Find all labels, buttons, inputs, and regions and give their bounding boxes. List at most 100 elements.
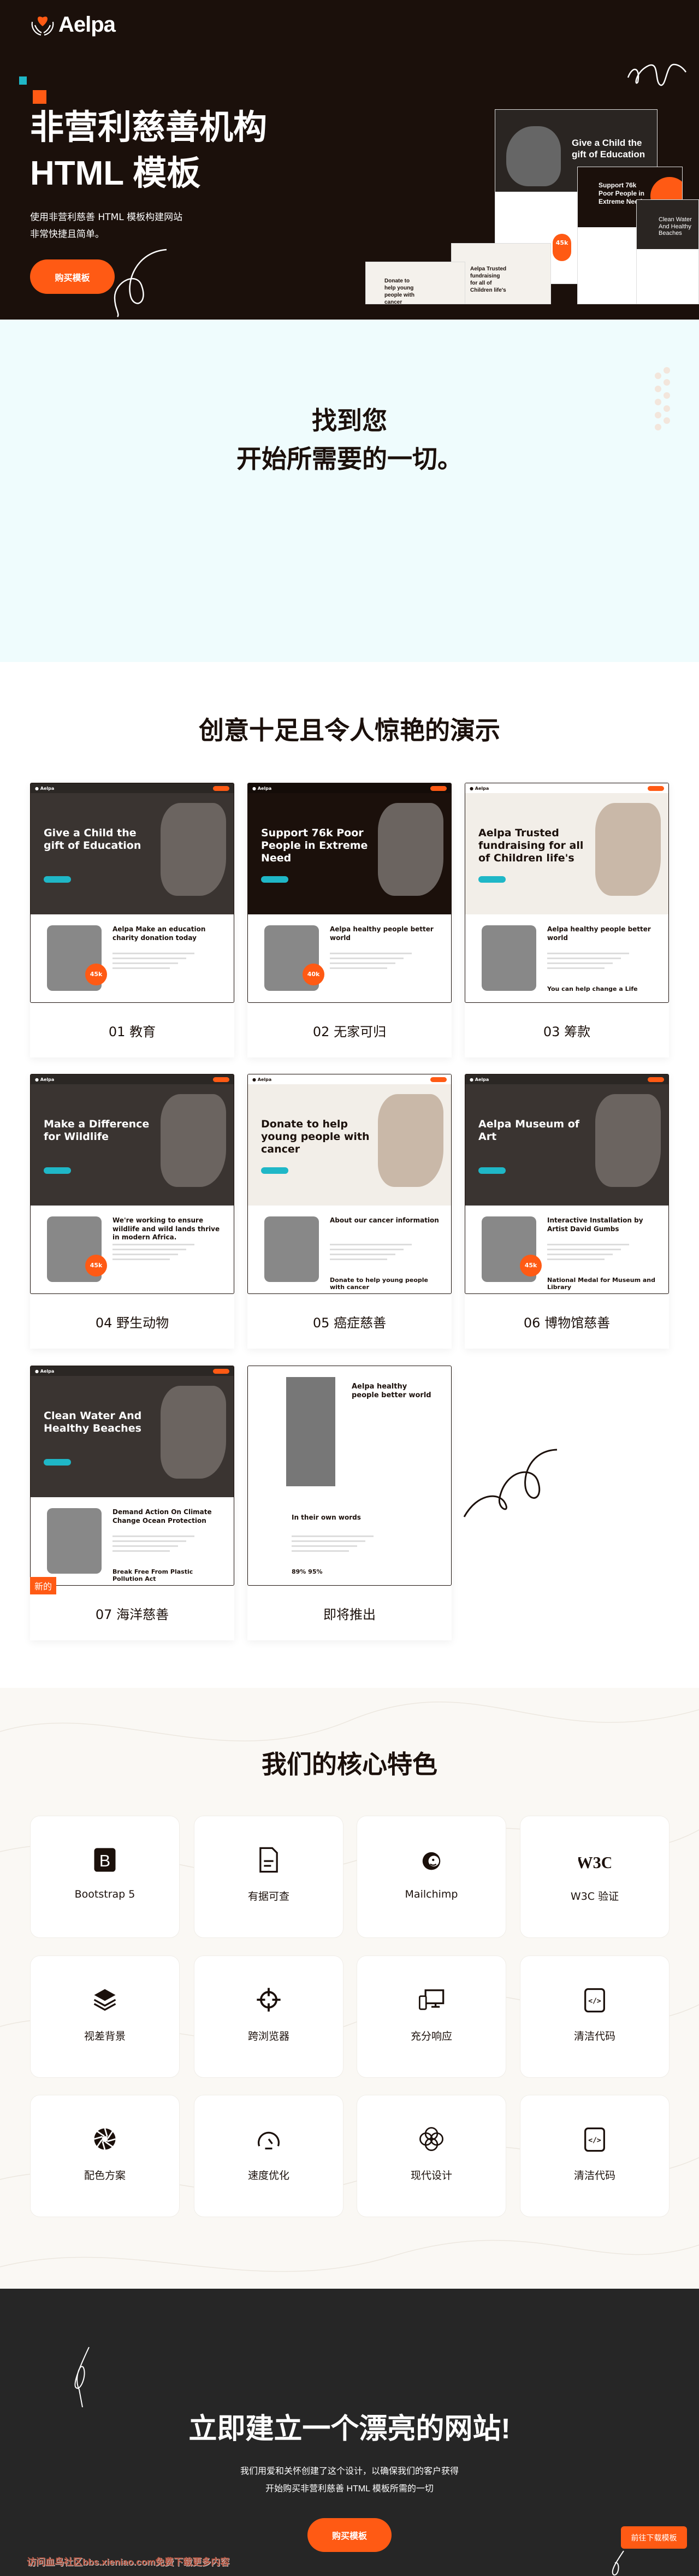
text-line <box>330 1254 395 1255</box>
demo-nav-cta <box>430 785 447 791</box>
demo-screenshot[interactable]: ● Aelpa Give a Child the gift of Educatio… <box>30 783 234 1003</box>
w3c-icon: W3C <box>578 1844 611 1876</box>
feature-label: Bootstrap 5 <box>74 1888 135 1900</box>
mockup-cancer: Donate to help young people with cancer <box>365 262 465 304</box>
demo-image <box>264 1216 319 1282</box>
text-line <box>292 1540 365 1542</box>
demo-label: 02 无家可归 <box>312 1024 387 1039</box>
demo-hero-button <box>478 876 506 883</box>
demo-screenshot[interactable]: ● Aelpa Aelpa Museum of Art Interactive In… <box>465 1074 669 1294</box>
mockup-headline: Donate to help young people with cancer <box>384 278 414 304</box>
demo-hero-button <box>261 1167 288 1174</box>
demo-card[interactable]: ● Aelpa Make a Difference for Wildlife We'… <box>30 1074 234 1349</box>
new-badge: 新的 <box>30 1577 57 1594</box>
demos-heading: 创意十足且令人惊艳的演示 <box>199 716 500 745</box>
text-line <box>112 1550 170 1552</box>
text-line <box>292 1545 357 1547</box>
download-template-button[interactable]: 前往下载模板 <box>621 2526 687 2549</box>
feature-label: Mailchimp <box>405 1888 458 1900</box>
text-line <box>112 1540 186 1542</box>
demo-card[interactable]: ● Aelpa Support 76k Poor People in Extrem… <box>247 783 452 1057</box>
demo-screenshot[interactable]: ● Aelpa Donate to help young people with … <box>247 1074 452 1294</box>
demo-headline: Make a Difference for Wildlife <box>44 1118 150 1143</box>
demo-hero: ● Aelpa Aelpa Trusted fundraising for all… <box>465 783 668 914</box>
feature-card: </> 清洁代码 <box>520 2095 670 2217</box>
demo-screenshot[interactable]: ● Aelpa Aelpa Trusted fundraising for all… <box>465 783 669 1003</box>
watermark-text: 访问血鸟社区bbs.xieniao.com免费下载更多内容 <box>27 2557 230 2567</box>
demo-label: 03 筹款 <box>543 1024 591 1039</box>
text-line <box>292 1550 349 1552</box>
demo-extra-text: Donate to help young people with cancer <box>330 1277 428 1291</box>
stat-badge: 45k <box>553 234 571 261</box>
mockup-ocean: Clean Water And Healthy Beaches <box>636 199 699 304</box>
demo-screenshot[interactable]: ● Aelpa Support 76k Poor People in Extrem… <box>247 783 452 1003</box>
cta-buy-template-button[interactable]: 购买模板 <box>307 2518 392 2552</box>
text-line <box>112 967 170 969</box>
feature-card: 速度优化 <box>194 2095 343 2217</box>
demo-nav-cta <box>430 1077 447 1082</box>
demo-hero-button <box>44 1167 71 1174</box>
feature-label: 有据可查 <box>247 1890 289 1903</box>
demo-nav-cta <box>213 1368 229 1374</box>
demo-hero: ● Aelpa Donate to help young people with … <box>248 1074 451 1206</box>
demo-hero: ● Aelpa Make a Difference for Wildlife <box>31 1074 234 1206</box>
feature-label: 充分响应 <box>410 2030 452 2042</box>
demo-image <box>161 1094 226 1187</box>
demo-nav-cta <box>648 785 664 791</box>
svg-text:W3C: W3C <box>578 1853 611 1872</box>
text-line <box>112 962 178 964</box>
hero-section: Aelpa 非营利慈善机构 HTML 模板 使用非营利慈善 HTML 模板构建网… <box>0 0 699 320</box>
feature-card: W3C W3C 验证 <box>520 1816 670 1938</box>
feature-card: 配色方案 <box>30 2095 180 2217</box>
layers-icon <box>88 1983 121 2016</box>
demo-navbar: ● Aelpa <box>31 783 234 793</box>
stat-badge: 45k <box>520 1255 542 1277</box>
feature-label: 现代设计 <box>410 2170 452 2182</box>
features-heading: 我们的核心特色 <box>262 1750 437 1779</box>
demo-navbar: ● Aelpa <box>465 783 668 793</box>
demo-card[interactable]: ● Aelpa Give a Child the gift of Educatio… <box>30 783 234 1057</box>
demo-logo: ● Aelpa <box>252 1077 272 1082</box>
demo-screenshot[interactable]: ● Aelpa Clean Water And Healthy Beaches De… <box>30 1366 234 1586</box>
text-line <box>112 1545 178 1547</box>
demo-extra-text: 89% 95% <box>292 1568 323 1575</box>
mockup-headline: Give a Child the gift of Education <box>572 138 645 160</box>
demo-section-title: In their own words <box>292 1514 361 1521</box>
demo-card[interactable]: ● Aelpa Aelpa Trusted fundraising for all… <box>465 783 669 1057</box>
squiggle-decoration <box>74 2347 90 2408</box>
demo-card[interactable]: ● Aelpa Clean Water And Healthy Beaches De… <box>30 1366 234 1640</box>
squiggle-decoration <box>114 249 167 317</box>
demo-label: 即将推出 <box>323 1606 376 1622</box>
demo-card[interactable]: ● Aelpa Aelpa Museum of Art Interactive In… <box>465 1074 669 1349</box>
text-line <box>330 958 404 959</box>
feature-card: 充分响应 <box>357 1955 506 2078</box>
feature-label: 跨浏览器 <box>247 2030 289 2042</box>
mockup-headline: Clean Water And Healthy Beaches <box>637 200 698 249</box>
cta-text-line1: 我们用爱和关怀创建了这个设计，以确保我们的客户获得 <box>240 2467 459 2476</box>
demo-screenshot[interactable]: ● Aelpa Make a Difference for Wildlife We'… <box>30 1074 234 1294</box>
demo-card[interactable]: Aelpa healthy people better world In thei… <box>247 1366 452 1640</box>
demo-image <box>47 1508 102 1574</box>
text-line <box>547 962 613 964</box>
stat-badge: 45k <box>85 1255 107 1277</box>
demo-headline: Aelpa healthy people better world <box>352 1382 431 1399</box>
feature-card: 跨浏览器 <box>194 1955 343 2078</box>
demo-image <box>482 925 536 991</box>
svg-text:</>: </> <box>588 1998 601 2006</box>
logo-text: Aelpa <box>58 12 116 37</box>
feature-label: 清洁代码 <box>573 2030 615 2042</box>
demo-label: 01 教育 <box>108 1024 156 1039</box>
text-line <box>112 1254 178 1255</box>
demo-logo: ● Aelpa <box>252 785 272 791</box>
squiggle-decoration <box>612 2550 624 2575</box>
feature-label: 清洁代码 <box>573 2170 615 2182</box>
heart-hands-icon <box>31 16 54 36</box>
demo-label: 04 野生动物 <box>95 1315 169 1331</box>
logo[interactable]: Aelpa <box>30 12 116 37</box>
demo-card[interactable]: ● Aelpa Donate to help young people with … <box>247 1074 452 1349</box>
demo-screenshot[interactable]: Aelpa healthy people better world In thei… <box>247 1366 452 1586</box>
mailchimp-icon <box>415 1844 448 1876</box>
mockup-headline: Aelpa Trusted fundraising for all of Chi… <box>470 266 507 293</box>
demo-headline: Give a Child the gift of Education <box>44 827 141 852</box>
squiggle-decoration <box>627 63 687 86</box>
